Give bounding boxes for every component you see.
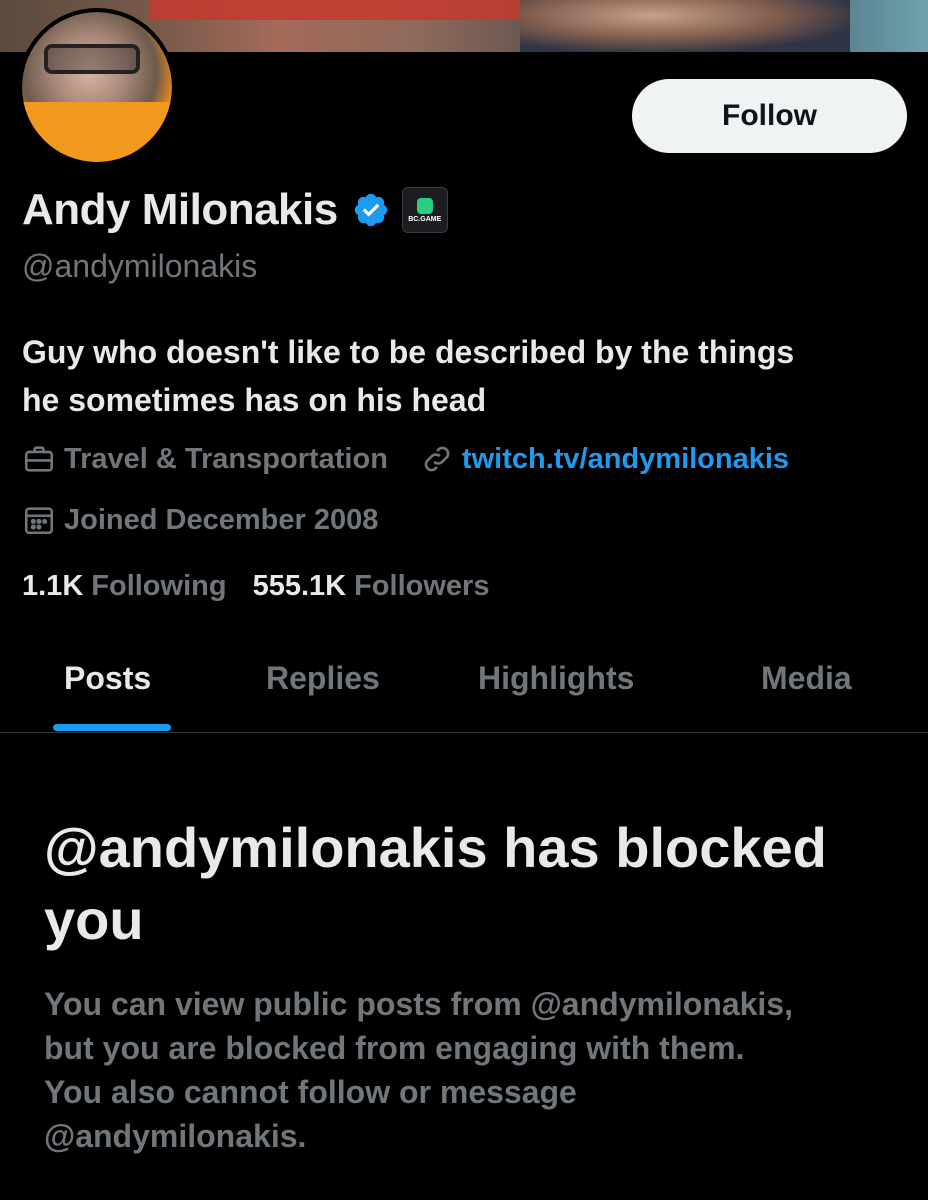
blocked-title-line: @andymilonakis has blocked bbox=[44, 816, 827, 879]
banner-photo bbox=[520, 0, 850, 52]
followers-label: Followers bbox=[354, 570, 490, 602]
bio-line: he sometimes has on his head bbox=[22, 382, 487, 418]
profile-handle: @andymilonakis bbox=[22, 248, 258, 284]
avatar[interactable] bbox=[18, 8, 176, 166]
blocked-desc-line: You can view public posts from @andymilo… bbox=[44, 986, 793, 1022]
calendar-icon bbox=[24, 507, 54, 535]
profile-joined-row: Joined December 2008 bbox=[22, 503, 378, 537]
banner-graphic bbox=[150, 0, 560, 20]
profile-bio: Guy who doesn't like to be described by … bbox=[22, 328, 902, 424]
blocked-title-line: you bbox=[44, 888, 144, 951]
verified-badge-icon[interactable] bbox=[352, 191, 390, 229]
profile-name-row: Andy Milonakis BC.GAME bbox=[22, 180, 448, 240]
profile-tabs: Posts Replies Highlights Media bbox=[0, 648, 928, 733]
blocked-description: You can view public posts from @andymilo… bbox=[44, 982, 904, 1158]
blocked-title: @andymilonakis has blocked you bbox=[44, 812, 904, 956]
follow-button[interactable]: Follow bbox=[632, 79, 907, 153]
following-count: 1.1K bbox=[22, 570, 84, 602]
bio-line: Guy who doesn't like to be described by … bbox=[22, 334, 795, 370]
followers-stat[interactable]: 555.1K Followers bbox=[253, 570, 490, 603]
avatar-glasses bbox=[44, 44, 140, 74]
link-icon bbox=[424, 446, 450, 472]
profile-name: Andy Milonakis bbox=[22, 185, 338, 234]
following-label: Following bbox=[91, 570, 227, 602]
tab-replies[interactable]: Replies bbox=[266, 660, 380, 697]
profile-category: Travel & Transportation bbox=[64, 442, 388, 475]
affiliate-label: BC.GAME bbox=[408, 215, 442, 223]
avatar-hoodie bbox=[22, 102, 172, 162]
followers-count: 555.1K bbox=[252, 570, 347, 602]
following-stat[interactable]: 1.1K Following bbox=[22, 570, 227, 603]
profile-meta-row: Travel & Transportation twitch.tv/andymi… bbox=[22, 442, 789, 476]
bc-game-logo-icon bbox=[416, 197, 433, 214]
profile-joined-date: Joined December 2008 bbox=[64, 503, 379, 536]
blocked-desc-line: but you are blocked from engaging with t… bbox=[44, 1030, 745, 1066]
profile-website-link[interactable]: twitch.tv/andymilonakis bbox=[462, 443, 789, 476]
blocked-desc-line: You also cannot follow or message bbox=[44, 1074, 577, 1110]
blocked-desc-line: @andymilonakis. bbox=[44, 1118, 307, 1154]
affiliate-badge[interactable]: BC.GAME bbox=[401, 187, 448, 233]
tab-media[interactable]: Media bbox=[761, 660, 852, 697]
active-tab-indicator bbox=[53, 724, 171, 731]
briefcase-icon bbox=[24, 446, 54, 472]
avatar-image bbox=[22, 12, 172, 162]
tab-highlights[interactable]: Highlights bbox=[478, 660, 634, 697]
tab-posts[interactable]: Posts bbox=[64, 660, 151, 697]
profile-stats: 1.1K Following 555.1K Followers bbox=[22, 570, 489, 603]
